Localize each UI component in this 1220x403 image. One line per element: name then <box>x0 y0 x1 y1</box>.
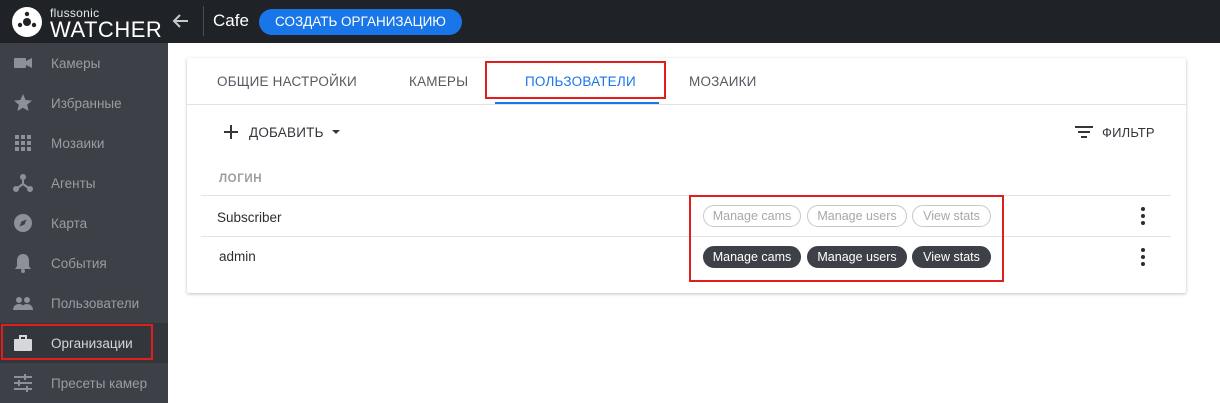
create-organization-button[interactable]: СОЗДАТЬ ОРГАНИЗАЦИЮ <box>259 9 462 35</box>
sidebar-item-favorites[interactable]: Избранные <box>0 83 168 123</box>
row-menu-icon[interactable] <box>1138 248 1148 268</box>
users-icon <box>12 292 34 314</box>
sidebar-item-events[interactable]: События <box>0 243 168 283</box>
plus-icon <box>224 125 238 139</box>
tab-mosaics[interactable]: МОЗАИКИ <box>689 74 757 89</box>
logo-product-text: WATCHER <box>50 17 163 42</box>
top-bar: flussonic WATCHER Cafe СОЗДАТЬ ОРГАНИЗАЦ… <box>0 0 1220 43</box>
highlight-box-users-tab <box>485 61 666 99</box>
sidebar: Камеры Избранные Мозаики Агенты Карта Со… <box>0 43 168 403</box>
table-divider <box>201 236 1171 237</box>
filter-button[interactable]: ФИЛЬТР <box>1074 122 1155 142</box>
filter-icon <box>1075 126 1093 138</box>
header-divider <box>203 6 204 36</box>
sidebar-item-label: Пользователи <box>51 295 140 311</box>
sidebar-item-users[interactable]: Пользователи <box>0 283 168 323</box>
sidebar-item-mosaics[interactable]: Мозаики <box>0 123 168 163</box>
back-arrow-icon[interactable] <box>167 7 195 35</box>
tab-general-settings[interactable]: ОБЩИЕ НАСТРОЙКИ <box>217 74 357 89</box>
add-user-button[interactable]: ДОБАВИТЬ <box>223 122 344 142</box>
active-tab-indicator <box>495 102 659 104</box>
logo-icon <box>12 7 42 37</box>
agents-icon <box>12 172 34 194</box>
caret-down-icon <box>331 130 340 134</box>
add-user-label: ДОБАВИТЬ <box>249 124 324 140</box>
sidebar-item-label: Карта <box>51 215 88 231</box>
grid-icon <box>12 132 34 154</box>
user-login: Subscriber <box>217 210 282 225</box>
bell-icon <box>12 252 34 274</box>
compass-icon <box>12 212 34 234</box>
highlight-box-permissions <box>689 195 1004 282</box>
tab-bar: ОБЩИЕ НАСТРОЙКИ КАМЕРЫ ПОЛЬЗОВАТЕЛИ МОЗА… <box>187 58 1186 105</box>
sidebar-item-map[interactable]: Карта <box>0 203 168 243</box>
organization-card: ОБЩИЕ НАСТРОЙКИ КАМЕРЫ ПОЛЬЗОВАТЕЛИ МОЗА… <box>187 58 1186 293</box>
sidebar-item-cameras[interactable]: Камеры <box>0 43 168 83</box>
row-menu-icon[interactable] <box>1138 207 1148 227</box>
organization-title: Cafe <box>213 11 249 30</box>
app-logo[interactable]: flussonic WATCHER <box>12 4 162 42</box>
sidebar-item-agents[interactable]: Агенты <box>0 163 168 203</box>
highlight-box-organizations <box>1 324 153 360</box>
sidebar-item-label: События <box>51 255 107 271</box>
sidebar-item-label: Агенты <box>51 175 96 191</box>
sidebar-item-label: Пресеты камер <box>51 375 148 391</box>
tab-cameras[interactable]: КАМЕРЫ <box>409 74 468 89</box>
filter-label: ФИЛЬТР <box>1102 124 1155 140</box>
camera-icon <box>12 52 34 74</box>
sidebar-item-camera-presets[interactable]: Пресеты камер <box>0 363 168 403</box>
star-icon <box>12 92 34 114</box>
sidebar-item-label: Мозаики <box>51 135 105 151</box>
sidebar-item-label: Камеры <box>51 55 101 71</box>
sidebar-item-label: Избранные <box>51 95 122 111</box>
column-header-login: ЛОГИН <box>219 173 263 185</box>
sliders-icon <box>12 372 34 394</box>
table-divider <box>201 195 1171 196</box>
user-login: admin <box>219 249 256 264</box>
